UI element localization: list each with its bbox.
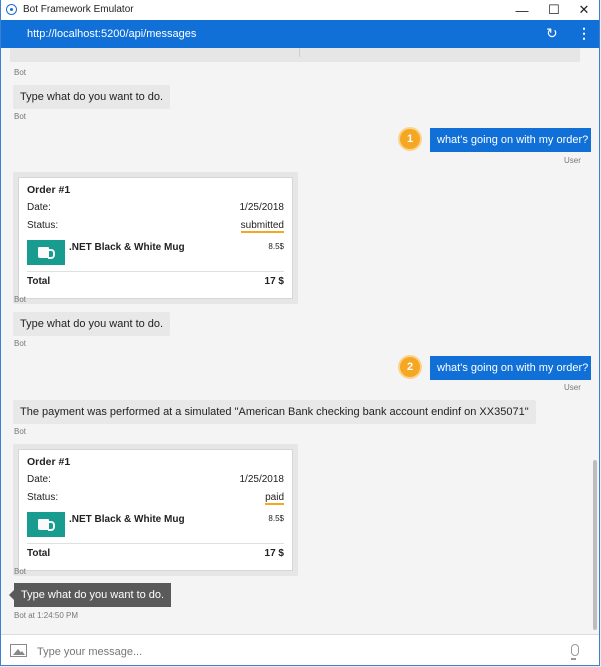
bot-label: Bot xyxy=(14,567,27,576)
user-label: User xyxy=(564,156,581,165)
date-label: Date: xyxy=(27,474,51,485)
bot-label: Bot xyxy=(14,112,27,121)
status-value: submitted xyxy=(240,220,284,233)
order-receipt: Order #1 Date: 1/25/2018 Status: submitt… xyxy=(18,177,293,299)
minimize-button[interactable]: — xyxy=(507,0,537,20)
callout-badge: 1 xyxy=(400,129,420,149)
microphone-icon[interactable] xyxy=(571,644,579,660)
total-value: 17 $ xyxy=(264,276,284,287)
partial-card xyxy=(10,48,580,62)
total-label: Total xyxy=(27,276,51,287)
user-message: what's going on with my order? xyxy=(430,356,599,380)
total-value: 17 $ xyxy=(264,548,284,559)
message-input-bar xyxy=(1,634,599,665)
status-label: Status: xyxy=(27,220,59,231)
title-bar: Bot Framework Emulator — ☐ ✕ xyxy=(1,0,599,21)
order-card-1: Order #1 Date: 1/25/2018 Status: submitt… xyxy=(13,172,298,304)
bot-label: Bot xyxy=(14,427,27,436)
close-button[interactable]: ✕ xyxy=(569,0,599,20)
order-card-2: Order #1 Date: 1/25/2018 Status: paid .N… xyxy=(13,444,298,576)
selected-bot-message[interactable]: Type what do you want to do. xyxy=(8,583,172,607)
endpoint-url[interactable]: http://localhost:5200/api/messages xyxy=(27,28,196,40)
date-value: 1/25/2018 xyxy=(239,474,285,485)
image-upload-icon[interactable] xyxy=(10,644,27,657)
payment-message: The payment was performed at a simulated… xyxy=(13,400,536,424)
user-label: User xyxy=(564,383,581,392)
order-receipt: Order #1 Date: 1/25/2018 Status: paid .N… xyxy=(18,449,293,571)
window-title: Bot Framework Emulator xyxy=(23,4,134,15)
date-label: Date: xyxy=(27,202,51,213)
item-name: .NET Black & White Mug xyxy=(69,514,185,525)
mug-image xyxy=(27,240,65,265)
order-item: .NET Black & White Mug 8.5$ xyxy=(27,239,284,267)
divider xyxy=(27,271,284,272)
item-price: 8.5$ xyxy=(268,514,284,523)
chat-scrollbar[interactable] xyxy=(591,48,599,632)
address-bar: http://localhost:5200/api/messages ↻ ⋮ xyxy=(1,20,599,48)
bot-message: Type what do you want to do. xyxy=(13,85,171,109)
mug-image xyxy=(27,512,65,537)
item-name: .NET Black & White Mug xyxy=(69,242,185,253)
divider xyxy=(27,543,284,544)
bot-label: Bot xyxy=(14,68,27,77)
order-title: Order #1 xyxy=(27,184,71,196)
item-price: 8.5$ xyxy=(268,242,284,251)
scrollbar-thumb[interactable] xyxy=(593,460,597,630)
message-input[interactable] xyxy=(35,641,559,663)
emulator-window: Bot Framework Emulator — ☐ ✕ http://loca… xyxy=(0,0,600,666)
order-title: Order #1 xyxy=(27,456,71,468)
refresh-icon[interactable]: ↻ xyxy=(546,25,558,42)
bot-message: Type what do you want to do. xyxy=(13,312,171,336)
maximize-button[interactable]: ☐ xyxy=(539,0,569,20)
total-label: Total xyxy=(27,548,51,559)
status-label: Status: xyxy=(27,492,59,503)
date-value: 1/25/2018 xyxy=(239,202,285,213)
more-options-icon[interactable]: ⋮ xyxy=(577,25,591,42)
status-value: paid xyxy=(265,492,284,505)
bot-label: Bot xyxy=(14,339,27,348)
bot-label: Bot xyxy=(14,295,27,304)
order-item: .NET Black & White Mug 8.5$ xyxy=(27,511,284,539)
bot-timestamp: Bot at 1:24:50 PM xyxy=(14,611,79,620)
user-message: what's going on with my order? xyxy=(430,128,599,152)
app-logo-icon xyxy=(6,4,17,15)
chat-history[interactable]: Bot Type what do you want to do. Bot 1 w… xyxy=(1,48,599,632)
callout-badge: 2 xyxy=(400,357,420,377)
